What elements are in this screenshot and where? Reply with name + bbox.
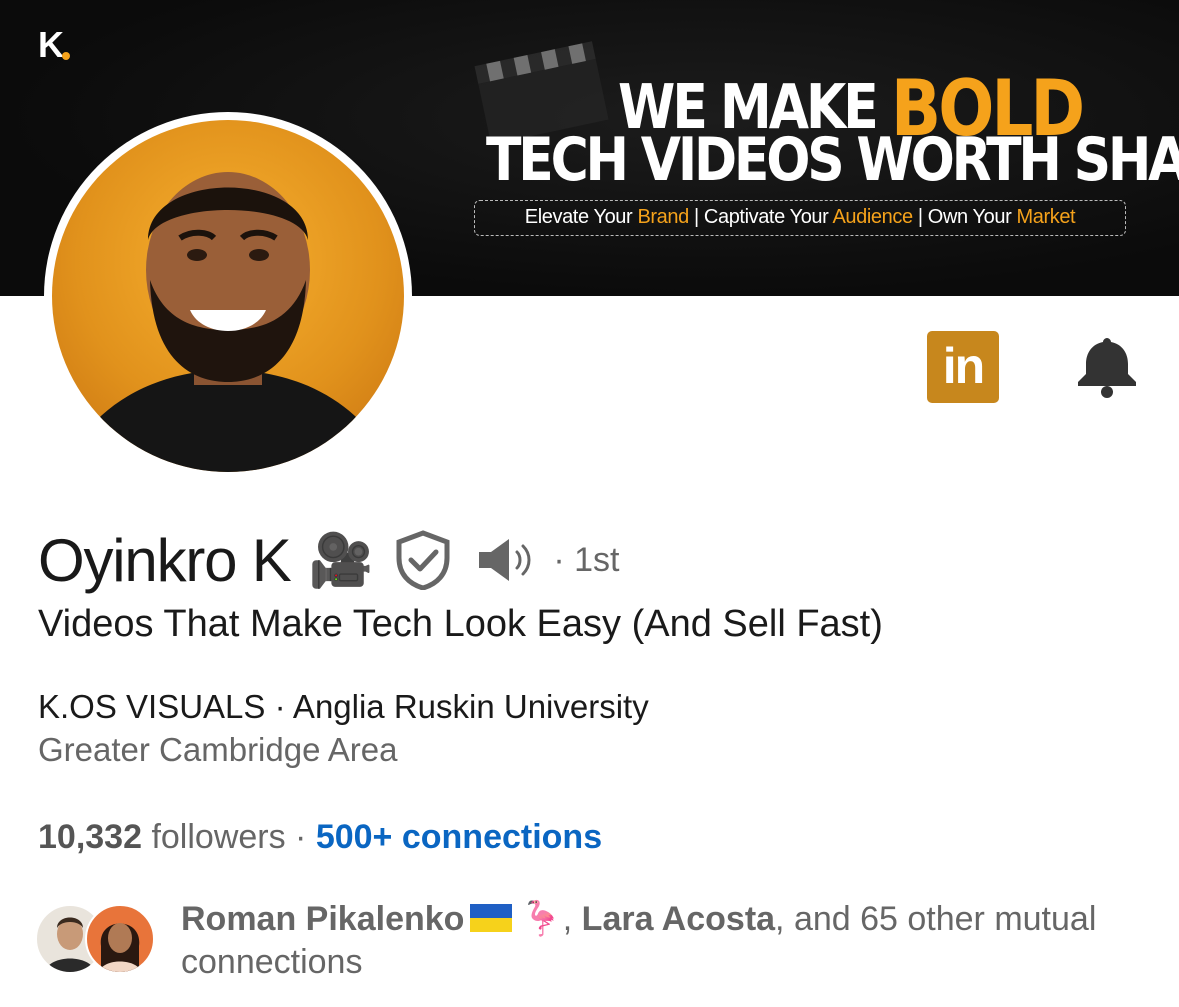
verified-shield-icon[interactable] bbox=[395, 530, 451, 590]
linkedin-button[interactable]: in bbox=[927, 331, 999, 403]
followers-label: followers · bbox=[142, 818, 316, 856]
mutual-avatar-lara bbox=[85, 904, 155, 974]
name-row: Oyinkro K 🎥 · 1st bbox=[38, 525, 619, 595]
mutual-connections-text[interactable]: Roman Pikalenko 🦩, Lara Acosta, and 65 ot… bbox=[181, 898, 1141, 984]
followers-count: 10,332 bbox=[38, 818, 142, 856]
mutual-name-2: Lara Acosta bbox=[581, 900, 776, 938]
movie-camera-icon: 🎥 bbox=[308, 531, 374, 590]
brand-logo-dot bbox=[62, 52, 70, 60]
mutual-name-1: Roman Pikalenko bbox=[181, 900, 465, 938]
flamingo-icon: 🦩 bbox=[520, 900, 563, 938]
profile-name: Oyinkro K bbox=[38, 526, 292, 594]
ukraine-flag-icon bbox=[470, 904, 513, 932]
connection-degree: · 1st bbox=[553, 540, 620, 579]
followers-connections: 10,332 followers · 500+ connections bbox=[38, 818, 602, 857]
profile-headline: Videos That Make Tech Look Easy (And Sel… bbox=[38, 603, 883, 645]
banner-headline-line2: TECH VIDEOS WORTH SHARING bbox=[486, 126, 1179, 195]
brand-logo: K bbox=[38, 24, 64, 65]
person-portrait bbox=[62, 172, 394, 472]
banner-tagline: Elevate Your Brand | Captivate Your Audi… bbox=[474, 200, 1126, 236]
connections-link[interactable]: 500+ connections bbox=[316, 818, 602, 856]
profile-location: Greater Cambridge Area bbox=[38, 731, 398, 768]
company-education-line[interactable]: K.OS VISUALS · Anglia Ruskin University bbox=[38, 688, 649, 726]
mutual-avatars[interactable] bbox=[35, 904, 165, 976]
bell-icon[interactable] bbox=[1075, 334, 1139, 398]
pronunciation-speaker-icon[interactable] bbox=[477, 536, 539, 584]
clapperboard-icon bbox=[474, 41, 609, 140]
profile-photo[interactable] bbox=[52, 120, 404, 472]
